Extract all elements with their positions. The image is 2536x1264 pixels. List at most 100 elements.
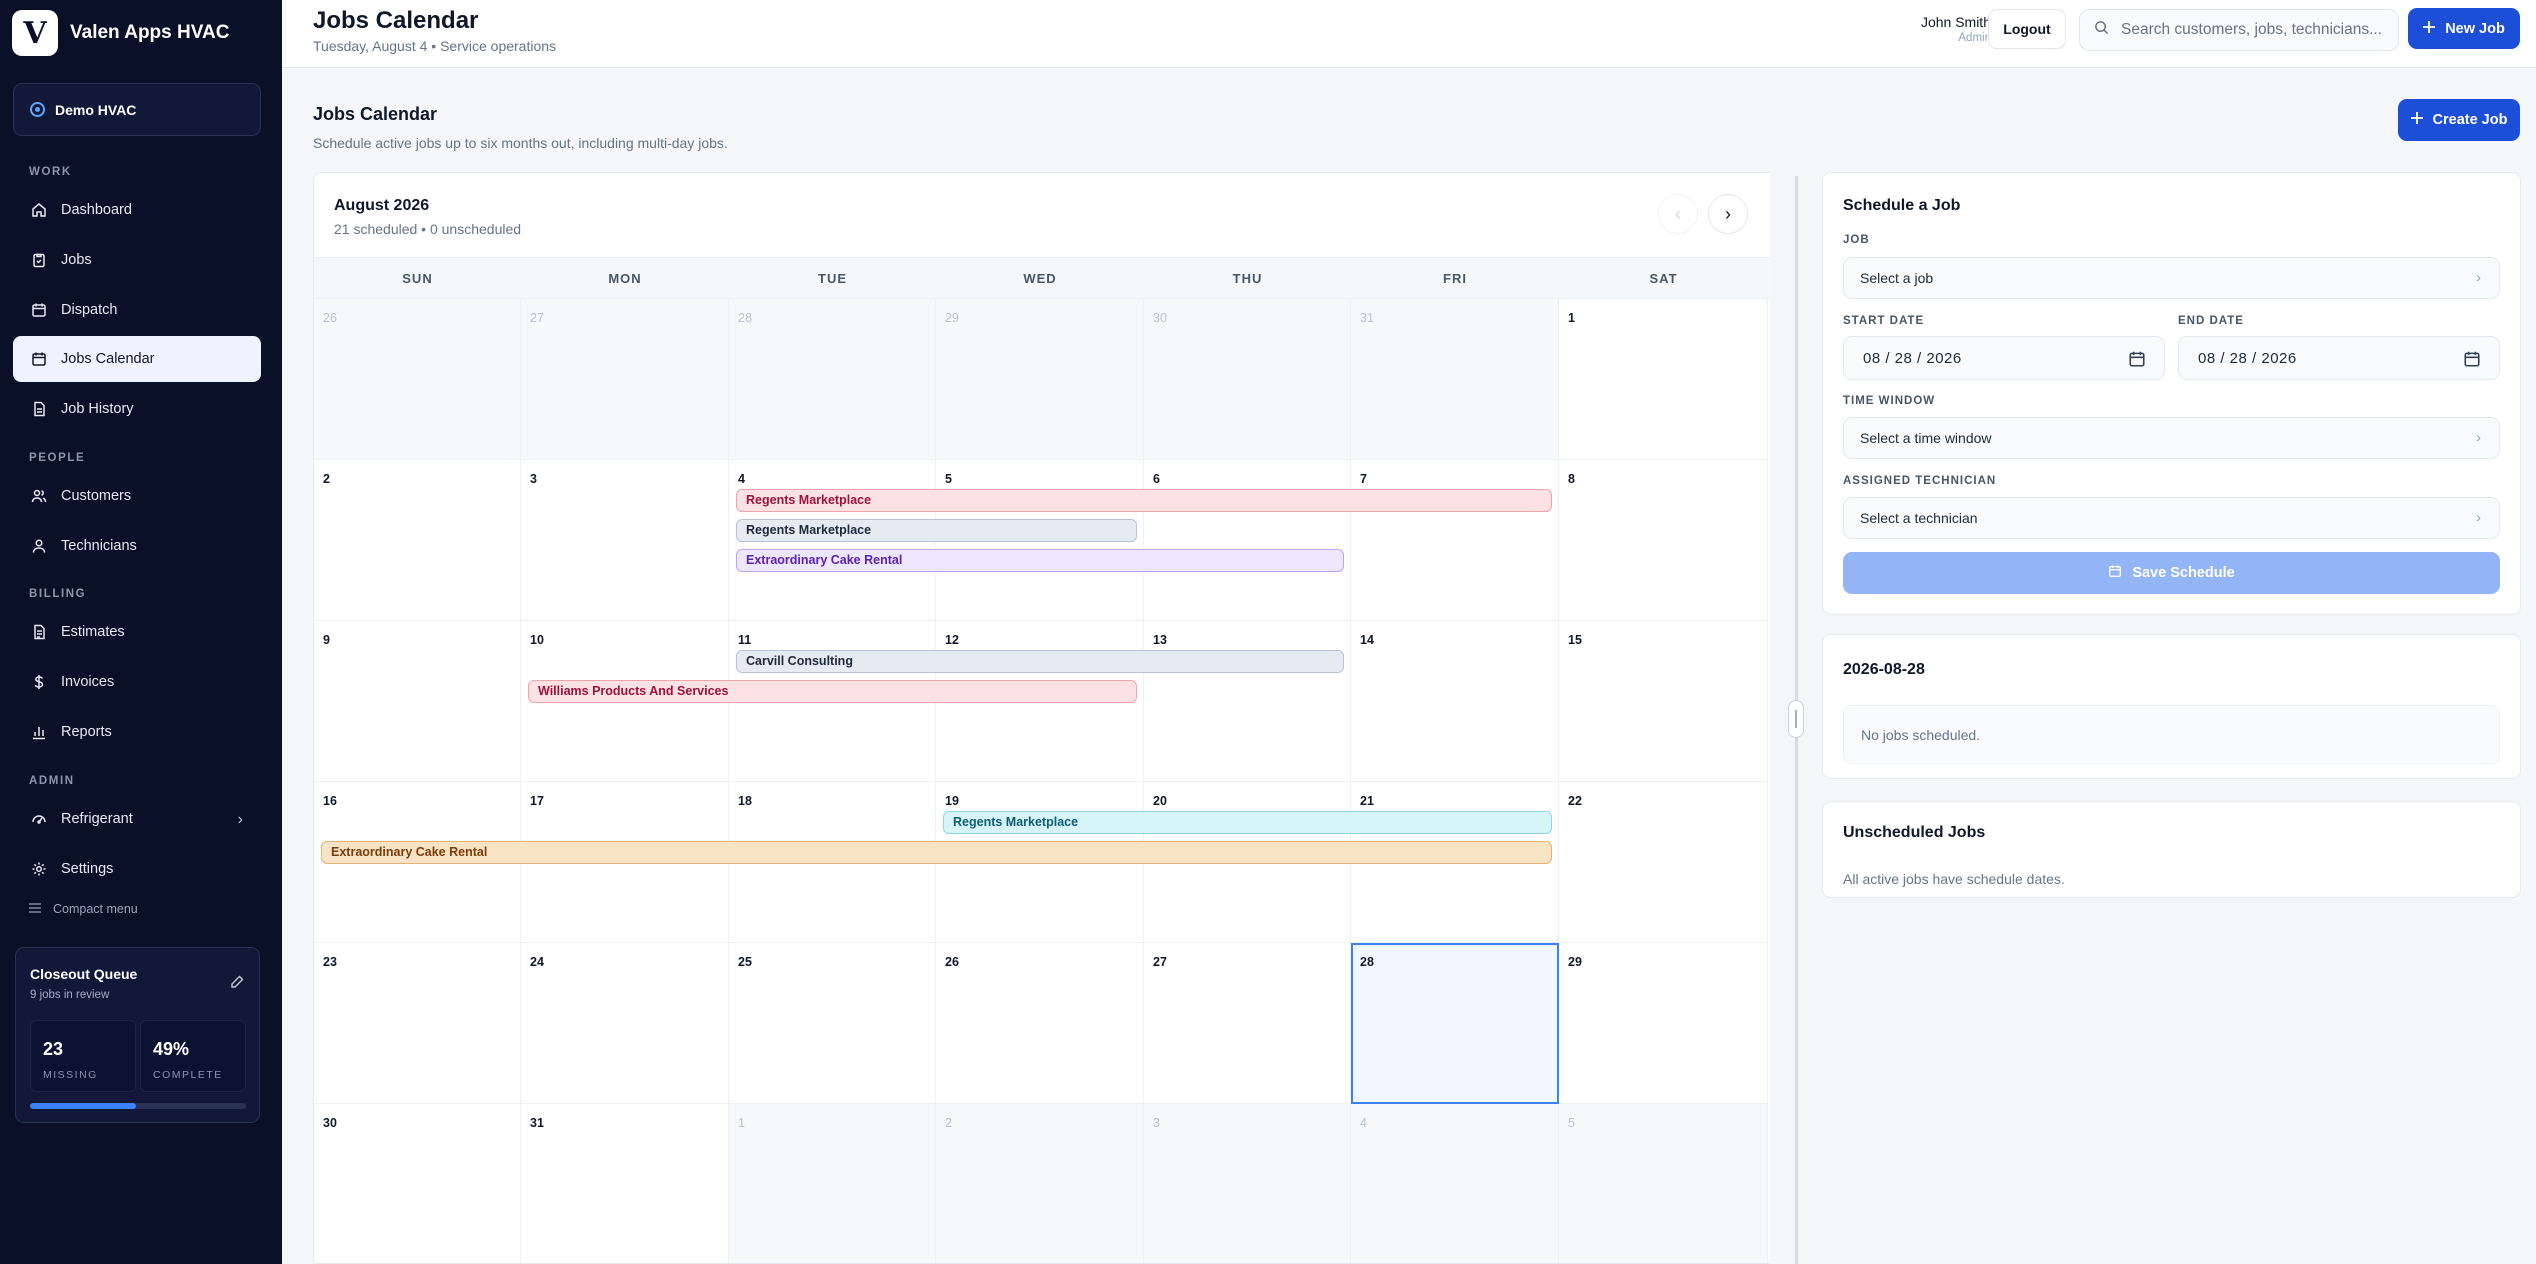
prev-month-button[interactable]: ‹ — [1658, 194, 1698, 234]
clipboard-icon — [31, 252, 47, 268]
sidebar-item-settings[interactable]: Settings — [13, 846, 261, 892]
calendar-day-cell[interactable]: 2 — [936, 1104, 1144, 1263]
calendar-event[interactable]: Regents Marketplace — [943, 811, 1552, 834]
day-number: 20 — [1153, 794, 1167, 808]
sidebar-item-dispatch[interactable]: Dispatch — [13, 287, 261, 333]
closeout-queue-card[interactable]: Closeout Queue 9 jobs in review 23 MISSI… — [15, 947, 260, 1123]
closeout-title: Closeout Queue — [30, 966, 138, 982]
calendar-event[interactable]: Extraordinary Cake Rental — [321, 841, 1552, 864]
gauge-icon — [31, 811, 47, 827]
tenant-name: Demo HVAC — [55, 101, 137, 118]
app-logo: V — [12, 10, 58, 56]
brand[interactable]: V Valen Apps HVAC — [12, 10, 229, 56]
calendar-day-cell[interactable]: 15 — [1559, 621, 1768, 782]
calendar-icon[interactable] — [2128, 350, 2146, 368]
calendar-day-cell[interactable]: 29 — [1559, 943, 1768, 1104]
calendar-day-cell[interactable]: 1 — [729, 1104, 936, 1263]
sidebar-item-invoices[interactable]: Invoices — [13, 659, 261, 705]
calendar-day-cell[interactable]: 22 — [1559, 782, 1768, 943]
chevron-left-icon: ‹ — [1675, 203, 1681, 224]
calendar-day-cell[interactable]: 25 — [729, 943, 936, 1104]
sidebar-item-job-history[interactable]: Job History — [13, 386, 261, 432]
calendar-day-cell[interactable]: 1 — [1559, 299, 1768, 460]
day-number: 16 — [323, 794, 337, 808]
search-input[interactable] — [2121, 21, 2391, 39]
end-date-field[interactable]: 08 / 28 / 2026 — [2178, 336, 2500, 380]
complete-value: 49% — [153, 1039, 190, 1059]
day-number: 5 — [1568, 1116, 1575, 1130]
sidebar-item-reports[interactable]: Reports — [13, 709, 261, 755]
sidebar-item-customers[interactable]: Customers — [13, 473, 261, 519]
sidebar-item-dashboard[interactable]: Dashboard — [13, 187, 261, 233]
resize-handle[interactable] — [1788, 700, 1804, 738]
calendar-day-cell[interactable]: 3 — [1144, 1104, 1351, 1263]
day-number: 29 — [945, 311, 959, 325]
chevron-right-icon: › — [2476, 269, 2481, 286]
calendar-event[interactable]: Carvill Consulting — [736, 650, 1344, 673]
new-job-button[interactable]: New Job — [2408, 8, 2520, 49]
calendar-day-cell[interactable]: 24 — [521, 943, 729, 1104]
calendar-day-cell[interactable]: 27 — [521, 299, 729, 460]
calendar-day-cell[interactable]: 31 — [521, 1104, 729, 1263]
calendar-icon[interactable] — [2463, 350, 2481, 368]
job-select[interactable]: Select a job › — [1843, 257, 2500, 299]
time-window-label: TIME WINDOW — [1843, 395, 1936, 407]
sidebar-item-jobs-calendar[interactable]: Jobs Calendar — [13, 336, 261, 382]
calendar-event[interactable]: Regents Marketplace — [736, 519, 1137, 542]
edit-icon[interactable] — [229, 974, 245, 990]
calendar-day-cell[interactable]: 23 — [314, 943, 521, 1104]
start-date-label: START DATE — [1843, 315, 1925, 327]
search-box — [2079, 9, 2399, 51]
compact-menu-toggle[interactable]: Compact menu — [29, 902, 138, 916]
new-job-label: New Job — [2445, 20, 2505, 37]
sidebar-item-technicians[interactable]: Technicians — [13, 523, 261, 569]
calendar-day-cell[interactable]: 30 — [314, 1104, 521, 1263]
calendar-day-cell[interactable]: 31 — [1351, 299, 1559, 460]
search-icon — [2094, 20, 2109, 40]
calendar-day-cell-selected[interactable]: 28 — [1351, 943, 1559, 1104]
technician-select[interactable]: Select a technician › — [1843, 497, 2500, 539]
sidebar-item-label: Reports — [61, 724, 112, 740]
logout-button[interactable]: Logout — [1988, 9, 2066, 49]
save-schedule-button[interactable]: Save Schedule — [1843, 552, 2500, 594]
calendar-event[interactable]: Extraordinary Cake Rental — [736, 549, 1344, 572]
day-number: 28 — [1360, 955, 1374, 969]
calendar-day-cell[interactable]: 7 — [1351, 460, 1559, 621]
calendar-day-cell[interactable]: 13 — [1144, 621, 1351, 782]
sidebar-item-jobs[interactable]: Jobs — [13, 237, 261, 283]
sidebar-item-refrigerant[interactable]: Refrigerant › — [13, 796, 261, 842]
calendar-day-cell[interactable]: 26 — [936, 943, 1144, 1104]
day-number: 31 — [530, 1116, 544, 1130]
time-window-select[interactable]: Select a time window › — [1843, 417, 2500, 459]
calendar-event[interactable]: Regents Marketplace — [736, 489, 1552, 512]
start-date-field[interactable]: 08 / 28 / 2026 — [1843, 336, 2165, 380]
calendar-day-cell[interactable]: 3 — [521, 460, 729, 621]
calendar-day-cell[interactable]: 14 — [1351, 621, 1559, 782]
day-number: 2 — [945, 1116, 952, 1130]
sidebar-item-label: Invoices — [61, 674, 115, 690]
sidebar-item-label: Estimates — [61, 624, 125, 640]
calendar-day-cell[interactable]: 5 — [1559, 1104, 1768, 1263]
calendar-day-cell[interactable]: 6 — [1144, 460, 1351, 621]
tenant-switcher[interactable]: Demo HVAC — [13, 83, 261, 136]
calendar-day-cell[interactable]: 9 — [314, 621, 521, 782]
calendar-day-cell[interactable]: 28 — [729, 299, 936, 460]
next-month-button[interactable]: › — [1708, 194, 1748, 234]
calendar-day-cell[interactable]: 4 — [1351, 1104, 1559, 1263]
sidebar-item-estimates[interactable]: Estimates — [13, 609, 261, 655]
calendar-day-cell[interactable]: 2 — [314, 460, 521, 621]
calendar-day-cell[interactable]: 29 — [936, 299, 1144, 460]
header-title: Jobs Calendar — [313, 7, 479, 34]
day-number: 26 — [323, 311, 337, 325]
calendar-counts: 21 scheduled • 0 unscheduled — [334, 221, 522, 237]
calendar-day-cell[interactable]: 27 — [1144, 943, 1351, 1104]
day-number: 3 — [530, 472, 537, 486]
weekday-label: TUE — [818, 271, 847, 286]
calendar-day-cell[interactable]: 8 — [1559, 460, 1768, 621]
create-job-button[interactable]: Create Job — [2398, 99, 2520, 141]
calendar-day-cell[interactable]: 30 — [1144, 299, 1351, 460]
calendar-event[interactable]: Williams Products And Services — [528, 680, 1137, 703]
job-select-value: Select a job — [1860, 270, 1934, 286]
calendar-day-cell[interactable]: 26 — [314, 299, 521, 460]
day-number: 7 — [1360, 472, 1367, 486]
